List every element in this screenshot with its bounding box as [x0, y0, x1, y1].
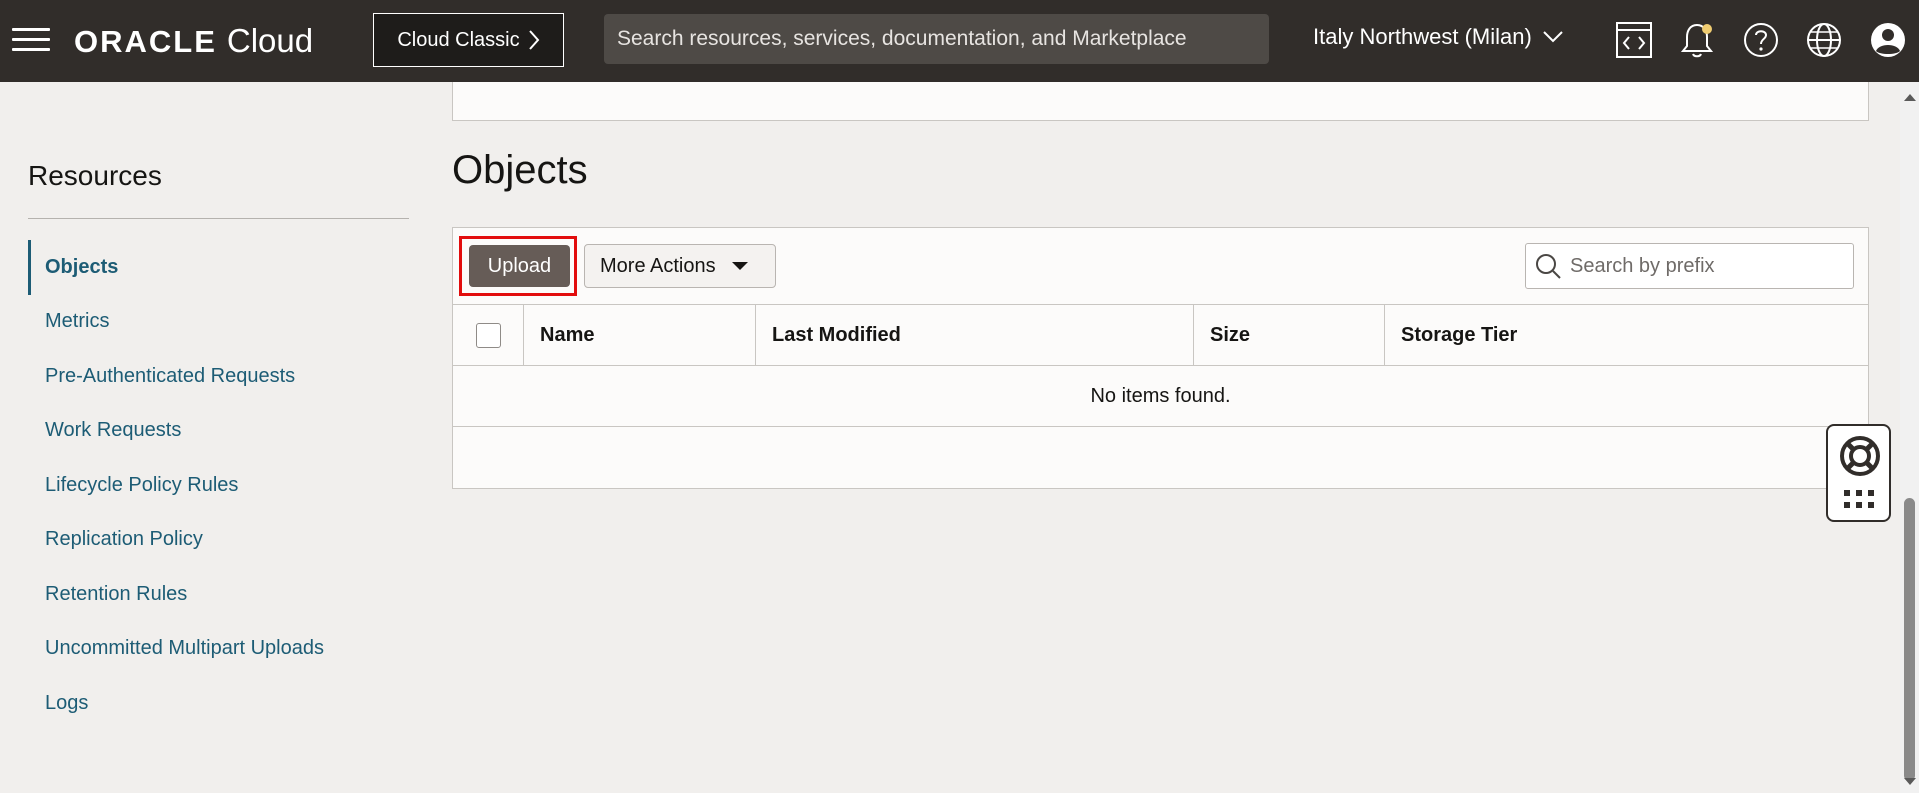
- select-all-cell: [453, 305, 523, 365]
- scroll-up-arrow-icon[interactable]: [1904, 94, 1916, 101]
- chevron-right-icon: [528, 30, 539, 50]
- more-actions-label: More Actions: [600, 254, 716, 277]
- global-search-placeholder: Search resources, services, documentatio…: [617, 27, 1187, 50]
- empty-table-message: No items found.: [453, 366, 1868, 427]
- region-label: Italy Northwest (Milan): [1313, 24, 1532, 49]
- globe-icon[interactable]: [1804, 20, 1844, 60]
- select-all-checkbox[interactable]: [475, 322, 501, 348]
- table-header-row: Name Last Modified Size Storage Tier: [453, 304, 1868, 366]
- hamburger-menu-icon[interactable]: [12, 26, 50, 54]
- lifebuoy-icon: [1840, 436, 1880, 476]
- prefix-search-input[interactable]: Search by prefix: [1525, 243, 1854, 289]
- chevron-down-icon: [1543, 31, 1563, 43]
- sidebar-item-replication-policy[interactable]: Replication Policy: [28, 513, 409, 568]
- sidebar-item-logs[interactable]: Logs: [28, 676, 409, 731]
- column-header-name[interactable]: Name: [523, 305, 755, 365]
- sidebar-item-metrics[interactable]: Metrics: [28, 295, 409, 350]
- column-header-last-modified[interactable]: Last Modified: [755, 305, 1193, 365]
- prefix-search-placeholder: Search by prefix: [1570, 254, 1715, 277]
- brand-oracle: ORACLE: [74, 24, 217, 59]
- resources-title: Resources: [28, 160, 162, 191]
- user-profile-icon[interactable]: [1868, 20, 1908, 60]
- code-editor-icon[interactable]: [1614, 20, 1654, 60]
- page-title: Objects: [452, 148, 588, 192]
- objects-table: Name Last Modified Size Storage Tier No …: [453, 304, 1868, 427]
- column-header-size[interactable]: Size: [1193, 305, 1384, 365]
- details-panel-bottom-edge: [452, 82, 1869, 121]
- global-search-input[interactable]: Search resources, services, documentatio…: [604, 14, 1269, 64]
- sidebar-item-retention-rules[interactable]: Retention Rules: [28, 567, 409, 622]
- sidebar-item-uncommitted-multipart-uploads[interactable]: Uncommitted Multipart Uploads: [28, 622, 409, 677]
- sidebar-item-pre-authenticated-requests[interactable]: Pre-Authenticated Requests: [28, 349, 409, 404]
- resources-nav: Objects Metrics Pre-Authenticated Reques…: [28, 240, 409, 731]
- sidebar-item-work-requests[interactable]: Work Requests: [28, 404, 409, 459]
- column-header-storage-tier[interactable]: Storage Tier: [1384, 305, 1868, 365]
- page-scrollbar[interactable]: [1900, 82, 1919, 793]
- upload-button[interactable]: Upload: [469, 245, 570, 287]
- objects-panel: Upload More Actions Search by prefix Nam…: [452, 227, 1869, 489]
- caret-down-icon: [731, 262, 748, 270]
- sidebar-item-lifecycle-policy-rules[interactable]: Lifecycle Policy Rules: [28, 458, 409, 513]
- resources-divider: [28, 218, 409, 219]
- cloud-classic-label: Cloud Classic: [397, 28, 520, 51]
- help-icon[interactable]: [1741, 20, 1781, 60]
- region-selector[interactable]: Italy Northwest (Milan): [1313, 24, 1564, 50]
- top-navigation-bar: ORACLE Cloud Cloud Classic Search resour…: [0, 0, 1919, 82]
- cloud-classic-button[interactable]: Cloud Classic: [373, 13, 564, 67]
- scroll-down-arrow-icon[interactable]: [1904, 778, 1916, 785]
- oracle-cloud-logo[interactable]: ORACLE Cloud: [74, 22, 313, 60]
- more-actions-button[interactable]: More Actions: [584, 244, 776, 288]
- scrollbar-thumb[interactable]: [1904, 498, 1915, 781]
- bell-icon[interactable]: [1677, 20, 1717, 60]
- help-widget[interactable]: [1826, 424, 1891, 522]
- sidebar-item-objects[interactable]: Objects: [28, 240, 409, 295]
- search-icon: [1536, 254, 1561, 279]
- brand-cloud: Cloud: [226, 22, 314, 59]
- grid-dots-icon: [1844, 490, 1874, 508]
